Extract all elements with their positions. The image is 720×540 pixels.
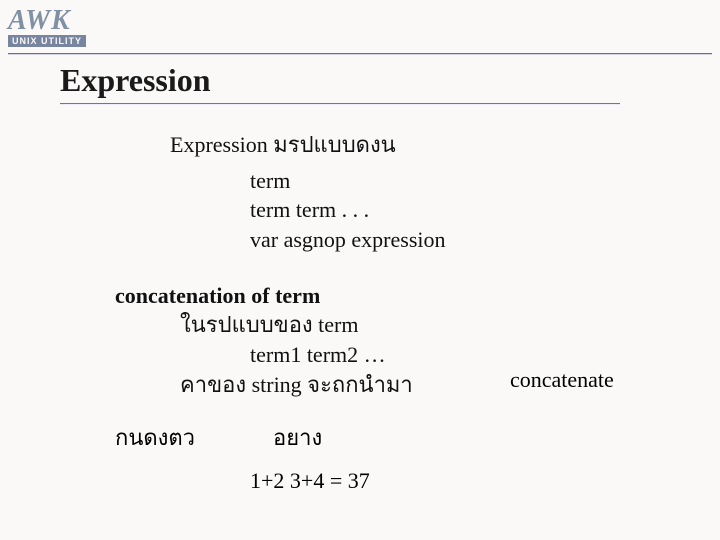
concat-line-2: term1 term2 … [250,340,680,370]
title-block: Expression [60,62,620,105]
logo-block: AWK UNIX UTILITY [8,8,86,47]
concat-right-word: concatenate [510,367,614,393]
header-rule [8,53,712,55]
logo-subtitle: UNIX UTILITY [8,35,86,47]
syntax-line-3: var asgnop expression [250,225,680,255]
logo-main: AWK [8,8,71,33]
footer-left: กนดงตว [115,420,195,455]
concat-heading: concatenation of term [115,281,680,311]
footer-row: กนดงตว อยาง [115,420,322,455]
example-value: 1+2 3+4 = 37 [250,468,370,494]
content-area: Expression มรปแบบดงน term term term . . … [60,130,680,400]
syntax-block: term term term . . . var asgnop expressi… [250,166,680,255]
page-title: Expression [60,62,620,101]
title-underline [60,103,620,105]
syntax-line-1: term [250,166,680,196]
syntax-line-2: term term . . . [250,195,680,225]
footer-right: อยาง [273,420,322,455]
intro-line: Expression มรปแบบดงน [170,130,680,160]
concat-line-1: ในรปแบบของ term [180,310,680,340]
